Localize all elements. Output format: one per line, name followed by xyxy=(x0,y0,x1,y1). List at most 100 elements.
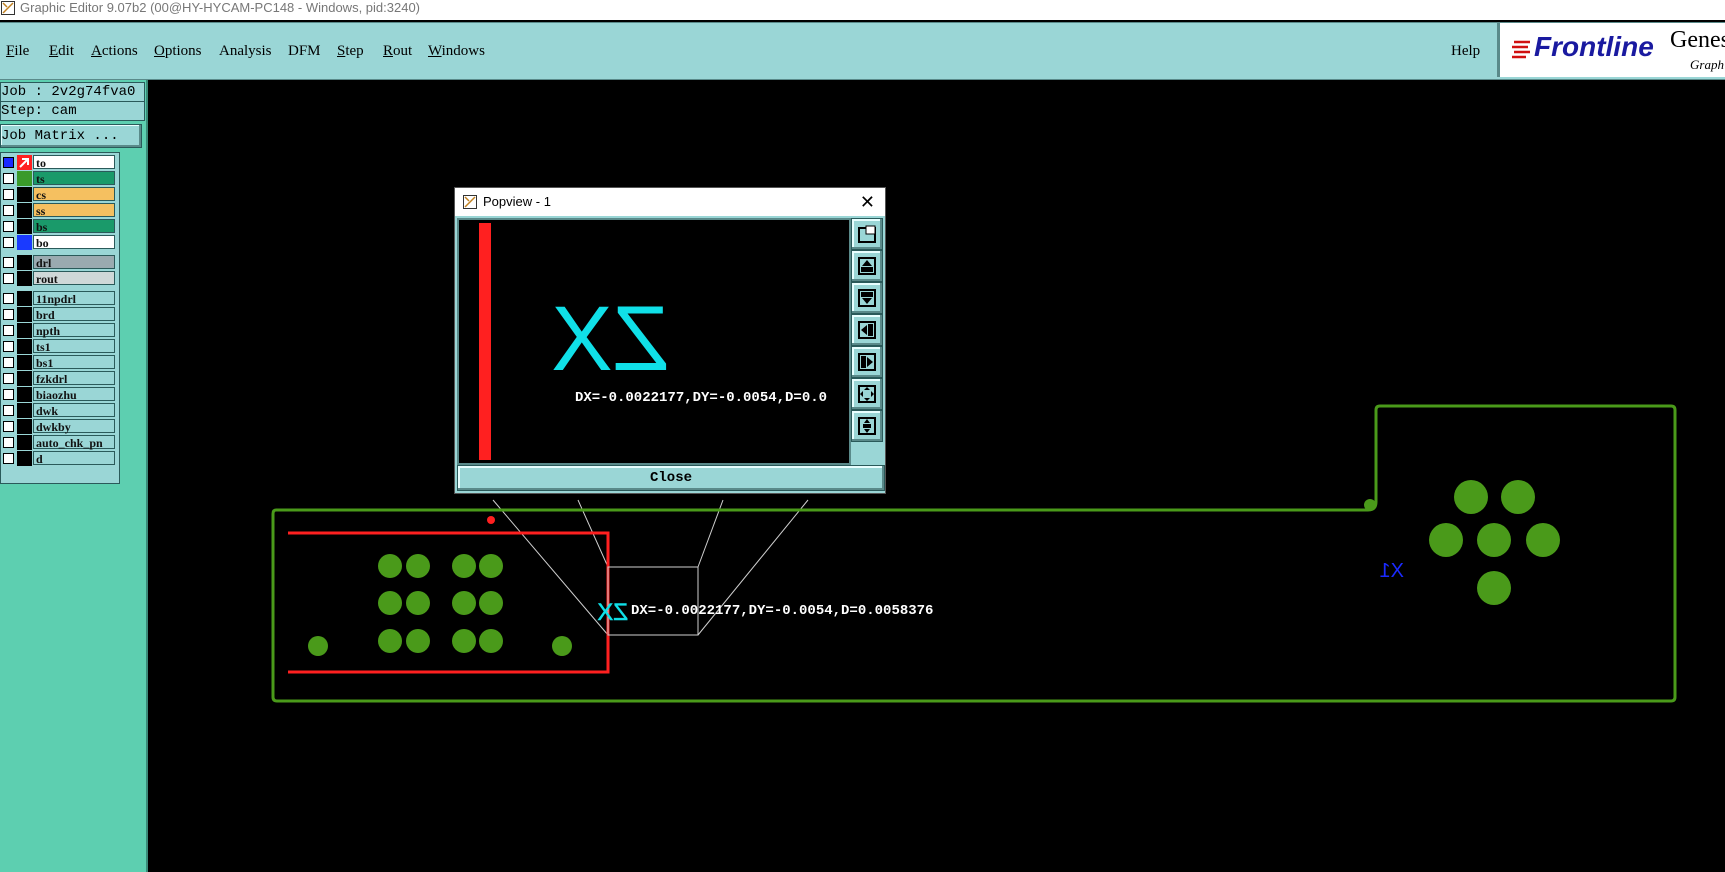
menu-step[interactable]: Step xyxy=(337,43,364,60)
popview-close-button[interactable]: Close xyxy=(457,465,885,491)
menu-dfm[interactable]: DFM xyxy=(288,43,321,60)
menu-options[interactable]: Options xyxy=(154,43,202,60)
pan-up-button[interactable] xyxy=(851,250,883,282)
graphic-canvas[interactable]: ZX X1 DX=-0.0022177,DY=-0.0054,D=0.00583… xyxy=(148,80,1725,872)
layer-color-swatch[interactable] xyxy=(17,203,32,218)
layer-checkbox[interactable] xyxy=(3,341,14,352)
layer-checkbox[interactable] xyxy=(3,421,14,432)
layer-color-swatch[interactable] xyxy=(17,403,32,418)
layer-color-swatch[interactable] xyxy=(17,171,32,186)
pan-left-button[interactable] xyxy=(851,314,883,346)
menu-rout[interactable]: Rout xyxy=(383,43,412,60)
layer-color-swatch[interactable] xyxy=(17,323,32,338)
layer-row-npth[interactable]: npth xyxy=(1,323,117,338)
layer-name[interactable]: rout xyxy=(33,271,115,286)
layer-row-cs[interactable]: cs xyxy=(1,187,117,202)
layer-checkbox[interactable] xyxy=(3,273,14,284)
layer-row-brd[interactable]: brd xyxy=(1,307,117,322)
layer-name[interactable]: drl xyxy=(33,255,115,270)
layer-color-swatch[interactable] xyxy=(17,419,32,434)
layer-color-swatch[interactable] xyxy=(17,219,32,234)
layer-row-11npdrl[interactable]: 11npdrl xyxy=(1,291,117,306)
layer-checkbox[interactable] xyxy=(3,389,14,400)
layer-checkbox[interactable] xyxy=(3,437,14,448)
layer-name[interactable]: auto_chk_pn xyxy=(33,435,115,450)
menu-help[interactable]: Help xyxy=(1451,43,1480,60)
layer-row-ts1[interactable]: ts1 xyxy=(1,339,117,354)
layer-name[interactable]: npth xyxy=(33,323,115,338)
layer-checkbox[interactable] xyxy=(3,205,14,216)
popview-close-icon[interactable]: ✕ xyxy=(860,188,875,216)
menu-file[interactable]: File xyxy=(6,43,29,60)
layer-color-swatch[interactable] xyxy=(17,307,32,322)
job-matrix-button[interactable]: Job Matrix ... xyxy=(0,124,142,148)
layer-color-swatch[interactable] xyxy=(17,271,32,286)
brand-logo-area: Frontline Genes Graph xyxy=(1497,23,1725,77)
layer-row-fzkdrl[interactable]: fzkdrl xyxy=(1,371,117,386)
layer-checkbox[interactable] xyxy=(3,325,14,336)
layer-checkbox[interactable] xyxy=(3,189,14,200)
layer-checkbox[interactable] xyxy=(3,309,14,320)
layer-name[interactable]: dwkby xyxy=(33,419,115,434)
layer-checkbox[interactable] xyxy=(3,453,14,464)
layer-row-rout[interactable]: rout xyxy=(1,271,117,286)
layer-row-to[interactable]: to xyxy=(1,155,117,170)
menu-edit[interactable]: Edit xyxy=(49,43,74,60)
zoom-home-button[interactable] xyxy=(851,410,883,442)
layer-checkbox[interactable] xyxy=(3,357,14,368)
layer-checkbox[interactable] xyxy=(3,157,14,168)
layer-checkbox[interactable] xyxy=(3,373,14,384)
popview-viewport[interactable]: ZX DX=-0.0022177,DY=-0.0054,D=0.0 xyxy=(457,218,851,465)
layer-checkbox[interactable] xyxy=(3,405,14,416)
zoom-fit-button[interactable] xyxy=(851,378,883,410)
layer-checkbox[interactable] xyxy=(3,173,14,184)
layer-name[interactable]: fzkdrl xyxy=(33,371,115,386)
layer-row-ss[interactable]: ss xyxy=(1,203,117,218)
layer-color-swatch[interactable] xyxy=(17,371,32,386)
layer-row-bs1[interactable]: bs1 xyxy=(1,355,117,370)
layer-row-ts[interactable]: ts xyxy=(1,171,117,186)
pan-down-button[interactable] xyxy=(851,282,883,314)
layer-row-biaozhu[interactable]: biaozhu xyxy=(1,387,117,402)
layer-row-dwkby[interactable]: dwkby xyxy=(1,419,117,434)
layer-name[interactable]: bo xyxy=(33,235,115,250)
zoom-fit-icon xyxy=(858,385,876,403)
layer-name[interactable]: brd xyxy=(33,307,115,322)
menu-actions[interactable]: Actions xyxy=(91,43,138,60)
layer-name[interactable]: ss xyxy=(33,203,115,218)
layer-color-swatch[interactable] xyxy=(17,255,32,270)
layer-name[interactable]: dwk xyxy=(33,403,115,418)
layer-name[interactable]: bs1 xyxy=(33,355,115,370)
layer-checkbox[interactable] xyxy=(3,293,14,304)
active-layer-arrow-icon[interactable] xyxy=(17,155,32,170)
layer-color-swatch[interactable] xyxy=(17,387,32,402)
layer-name[interactable]: bs xyxy=(33,219,115,234)
layer-name[interactable]: ts1 xyxy=(33,339,115,354)
layer-name[interactable]: biaozhu xyxy=(33,387,115,402)
zoom-window-button[interactable] xyxy=(851,218,883,250)
layer-color-swatch[interactable] xyxy=(17,339,32,354)
layer-name[interactable]: 11npdrl xyxy=(33,291,115,306)
menu-analysis[interactable]: Analysis xyxy=(219,43,272,60)
layer-name[interactable]: to xyxy=(33,155,115,170)
layer-color-swatch[interactable] xyxy=(17,355,32,370)
layer-checkbox[interactable] xyxy=(3,221,14,232)
layer-row-drl[interactable]: drl xyxy=(1,255,117,270)
layer-row-bo[interactable]: bo xyxy=(1,235,117,250)
layer-name[interactable]: cs xyxy=(33,187,115,202)
layer-color-swatch[interactable] xyxy=(17,451,32,466)
layer-checkbox[interactable] xyxy=(3,237,14,248)
layer-checkbox[interactable] xyxy=(3,257,14,268)
layer-color-swatch[interactable] xyxy=(17,435,32,450)
layer-row-auto_chk_pn[interactable]: auto_chk_pn xyxy=(1,435,117,450)
pan-right-button[interactable] xyxy=(851,346,883,378)
layer-name[interactable]: ts xyxy=(33,171,115,186)
layer-name[interactable]: d xyxy=(33,451,115,466)
menu-windows[interactable]: Windows xyxy=(428,43,485,60)
layer-color-swatch[interactable] xyxy=(17,187,32,202)
layer-row-bs[interactable]: bs xyxy=(1,219,117,234)
layer-row-d[interactable]: d xyxy=(1,451,117,466)
layer-row-dwk[interactable]: dwk xyxy=(1,403,117,418)
layer-color-swatch[interactable] xyxy=(17,291,32,306)
layer-color-swatch[interactable] xyxy=(17,235,32,250)
